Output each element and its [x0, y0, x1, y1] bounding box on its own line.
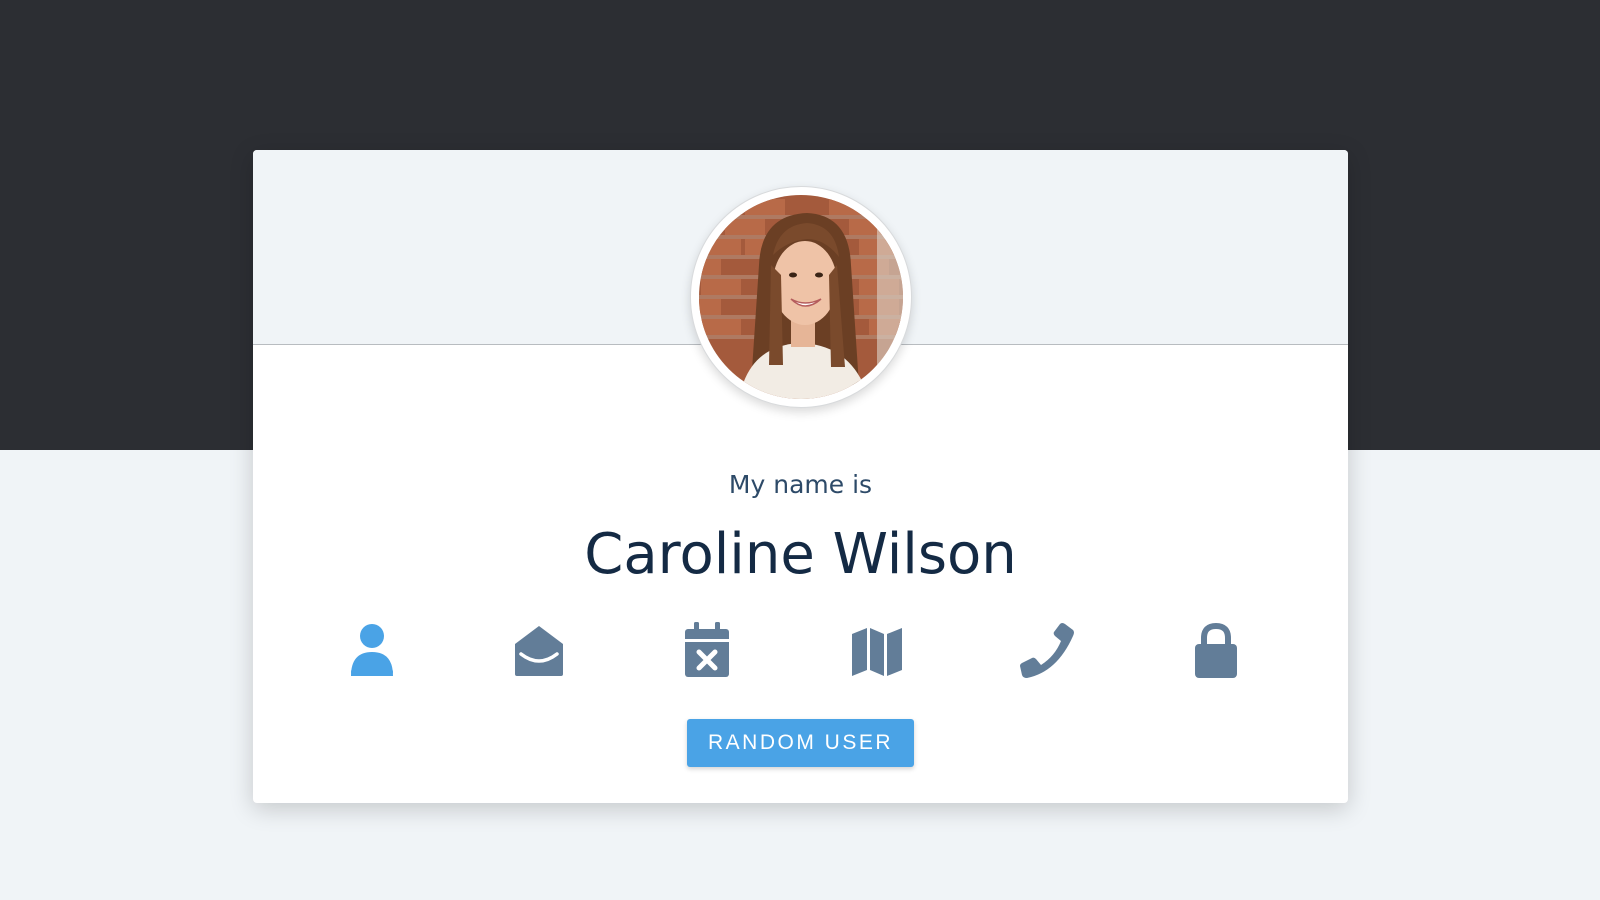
- avatar: [699, 195, 903, 399]
- phone-icon[interactable]: [1017, 620, 1077, 680]
- lock-icon[interactable]: [1186, 620, 1246, 680]
- map-icon[interactable]: [847, 620, 907, 680]
- user-name: Caroline Wilson: [584, 522, 1017, 587]
- envelope-open-icon[interactable]: [509, 620, 569, 680]
- user-icon[interactable]: [342, 620, 402, 680]
- profile-card: My name is Caroline Wilson RANDOM USER: [253, 150, 1348, 803]
- avatar-frame: [690, 186, 912, 408]
- random-user-button[interactable]: RANDOM USER: [687, 719, 914, 767]
- intro-label: My name is: [728, 470, 873, 499]
- page: My name is Caroline Wilson RANDOM USER: [0, 0, 1600, 900]
- calendar-x-icon[interactable]: [677, 620, 737, 680]
- info-icon-bar: [253, 620, 1348, 680]
